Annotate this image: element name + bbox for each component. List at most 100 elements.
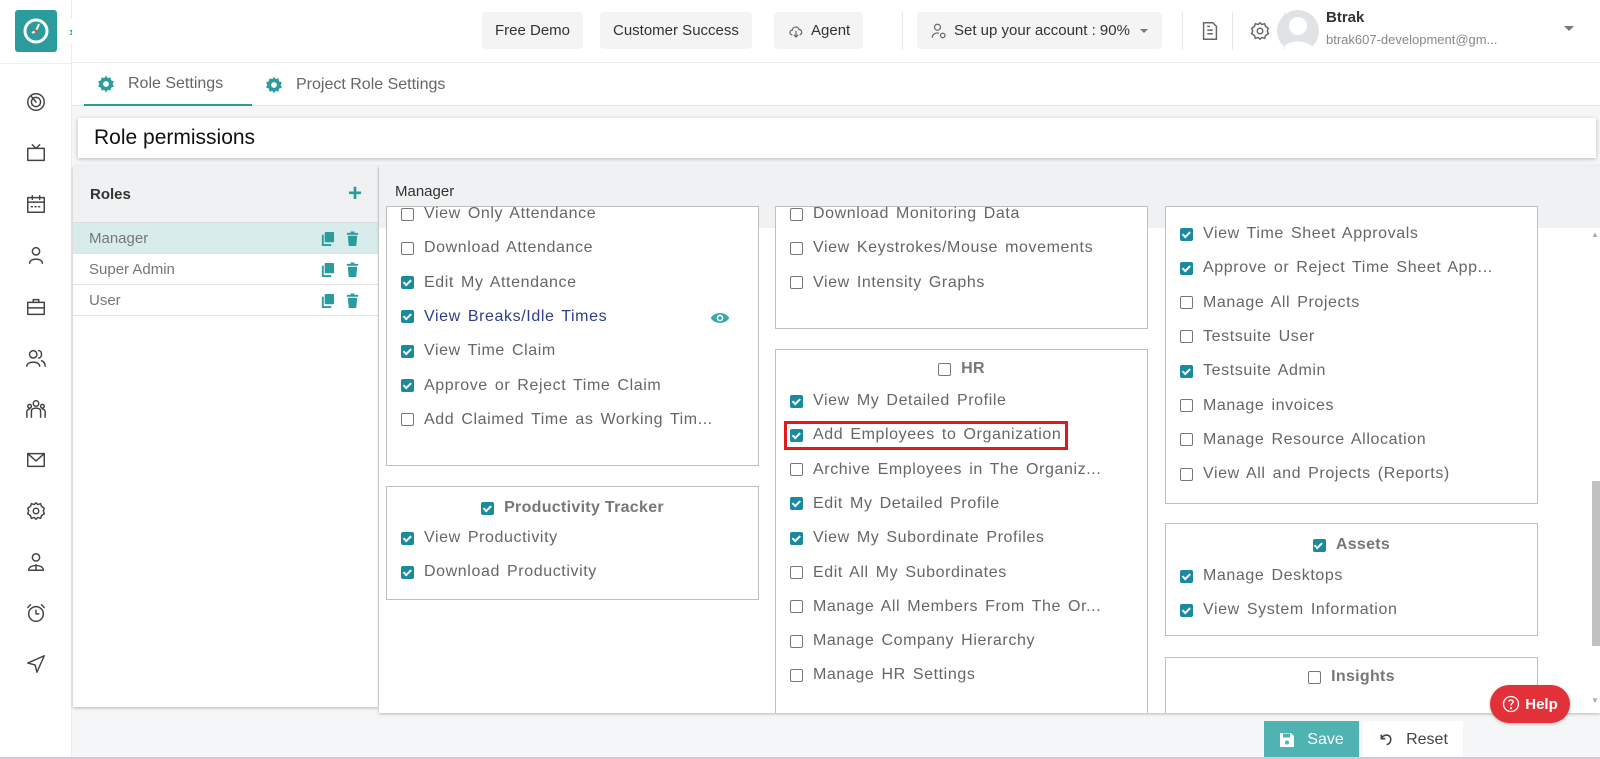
permission-testsuite-user[interactable]: Testsuite User [1180, 328, 1525, 346]
trash-icon[interactable] [345, 230, 360, 246]
section-checkbox[interactable] [938, 362, 952, 376]
scroll-down-arrow-icon[interactable]: ▼ [1591, 696, 1599, 705]
permission-view-breaks-idle-times[interactable]: View Breaks/Idle Times [401, 308, 746, 326]
permission-download-attendance[interactable]: Download Attendance [401, 239, 746, 257]
permission-checkbox[interactable] [790, 566, 803, 579]
permission-view-time-claim[interactable]: View Time Claim [401, 342, 746, 360]
permission-manage-resource-allocation[interactable]: Manage Resource Allocation [1180, 431, 1525, 449]
scrollbar-thumb[interactable] [1592, 481, 1600, 646]
permission-manage-all-projects[interactable]: Manage All Projects [1180, 294, 1525, 312]
permission-view-my-detailed-profile[interactable]: View My Detailed Profile [790, 392, 1135, 410]
send-icon[interactable] [22, 650, 50, 678]
permission-view-productivity[interactable]: View Productivity [401, 529, 746, 547]
permission-checkbox[interactable] [790, 634, 803, 648]
permission-checkbox[interactable] [1180, 364, 1193, 378]
permission-checkbox[interactable] [401, 276, 414, 290]
users-icon[interactable] [22, 344, 50, 372]
permission-checkbox[interactable] [1180, 433, 1193, 447]
permission-approve-or-reject-time-sheet-app[interactable]: Approve or Reject Time Sheet App... [1180, 259, 1525, 277]
user-menu-caret-icon[interactable] [1564, 26, 1574, 31]
permission-checkbox[interactable] [1180, 603, 1193, 617]
user-icon[interactable] [22, 241, 50, 269]
save-button[interactable]: Save [1264, 721, 1359, 759]
permission-manage-hr-settings[interactable]: Manage HR Settings [790, 666, 1135, 684]
permission-checkbox[interactable] [401, 241, 414, 255]
permission-edit-my-attendance[interactable]: Edit My Attendance [401, 274, 746, 292]
permission-checkbox[interactable] [1180, 569, 1193, 583]
permission-checkbox[interactable] [790, 531, 803, 545]
customer-success-button[interactable]: Customer Success [600, 12, 752, 49]
section-checkbox[interactable] [481, 501, 495, 515]
permission-testsuite-admin[interactable]: Testsuite Admin [1180, 362, 1525, 380]
permission-manage-invoices[interactable]: Manage invoices [1180, 397, 1525, 415]
copy-icon[interactable] [320, 231, 335, 246]
team-icon[interactable] [22, 395, 50, 423]
permission-manage-all-members-from-the-or[interactable]: Manage All Members From The Or... [790, 598, 1135, 616]
tv-icon[interactable] [22, 139, 50, 167]
permission-download-productivity[interactable]: Download Productivity [401, 563, 746, 581]
app-logo[interactable] [15, 10, 57, 52]
role-row-user[interactable]: User [73, 285, 378, 316]
copy-icon[interactable] [320, 262, 335, 277]
trash-icon[interactable] [345, 292, 360, 308]
permission-view-time-sheet-approvals[interactable]: View Time Sheet Approvals [1180, 225, 1525, 243]
permission-view-system-information[interactable]: View System Information [1180, 601, 1525, 619]
trash-icon[interactable] [345, 261, 360, 277]
mail-icon[interactable] [22, 446, 50, 474]
free-demo-button[interactable]: Free Demo [482, 12, 584, 49]
calendar-icon[interactable] [22, 190, 50, 218]
permission-checkbox[interactable] [401, 413, 414, 427]
tab-project-role-settings[interactable]: Project Role Settings [252, 63, 457, 106]
permission-checkbox[interactable] [790, 241, 803, 255]
permission-download-monitoring-data[interactable]: Download Monitoring Data [790, 205, 1135, 223]
eye-icon[interactable] [710, 308, 730, 328]
alarm-icon[interactable] [22, 599, 50, 627]
permission-checkbox[interactable] [790, 276, 803, 290]
permission-checkbox[interactable] [790, 668, 803, 682]
section-checkbox[interactable] [1308, 670, 1322, 684]
permission-checkbox[interactable] [401, 207, 414, 221]
avatar[interactable] [1277, 10, 1319, 52]
permission-checkbox[interactable] [790, 463, 803, 477]
permission-checkbox[interactable] [1180, 330, 1193, 344]
permission-view-keystrokes-mouse-movements[interactable]: View Keystrokes/Mouse movements [790, 239, 1135, 257]
reset-button[interactable]: Reset [1363, 721, 1463, 759]
permission-checkbox[interactable] [790, 207, 803, 221]
dashboard-icon[interactable] [22, 88, 50, 116]
permission-view-intensity-graphs[interactable]: View Intensity Graphs [790, 274, 1135, 292]
permission-archive-employees-in-the-organiz[interactable]: Archive Employees in The Organiz... [790, 461, 1135, 479]
settings-icon[interactable] [22, 497, 50, 525]
permission-edit-all-my-subordinates[interactable]: Edit All My Subordinates [790, 564, 1135, 582]
section-checkbox[interactable] [1312, 538, 1326, 552]
permission-approve-or-reject-time-claim[interactable]: Approve or Reject Time Claim [401, 377, 746, 395]
permission-checkbox[interactable] [1180, 227, 1193, 241]
permission-checkbox[interactable] [790, 394, 803, 408]
permission-checkbox[interactable] [401, 531, 414, 545]
permission-checkbox[interactable] [401, 344, 414, 358]
tab-role-settings[interactable]: Role Settings [84, 63, 252, 106]
permission-add-claimed-time-as-working-tim[interactable]: Add Claimed Time as Working Tim... [401, 411, 746, 429]
permission-checkbox[interactable] [1180, 399, 1193, 412]
permission-manage-desktops[interactable]: Manage Desktops [1180, 567, 1525, 585]
add-role-button[interactable]: + [348, 182, 362, 206]
help-button[interactable]: Help [1490, 685, 1570, 723]
setup-account-dropdown[interactable]: Set up your account : 90% [917, 12, 1162, 49]
permission-checkbox[interactable] [790, 497, 803, 511]
briefcase-icon[interactable] [22, 293, 50, 321]
document-icon[interactable] [1197, 18, 1223, 44]
permission-checkbox[interactable] [1180, 296, 1193, 310]
permission-checkbox[interactable] [401, 565, 414, 579]
permission-checkbox[interactable] [401, 310, 414, 324]
permission-checkbox[interactable] [401, 379, 414, 392]
profile-icon[interactable] [22, 548, 50, 576]
permission-view-my-subordinate-profiles[interactable]: View My Subordinate Profiles [790, 529, 1135, 547]
role-row-manager[interactable]: Manager [73, 223, 378, 254]
permission-manage-company-hierarchy[interactable]: Manage Company Hierarchy [790, 632, 1135, 650]
permission-checkbox[interactable] [1180, 467, 1193, 481]
scroll-up-arrow-icon[interactable]: ▲ [1591, 230, 1599, 239]
settings-gear-icon[interactable] [1247, 18, 1273, 44]
role-row-super-admin[interactable]: Super Admin [73, 254, 378, 285]
permission-view-all-and-projects-reports[interactable]: View All and Projects (Reports) [1180, 465, 1525, 483]
copy-icon[interactable] [320, 293, 335, 308]
permission-view-only-attendance[interactable]: View Only Attendance [401, 205, 746, 223]
